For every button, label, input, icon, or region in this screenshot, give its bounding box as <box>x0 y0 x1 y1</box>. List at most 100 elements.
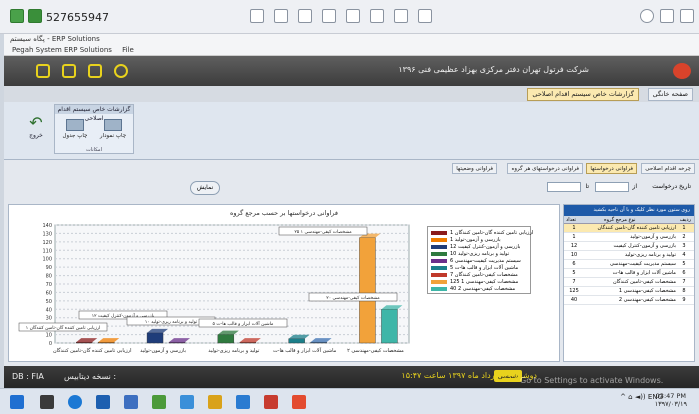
table-cell: 1 <box>682 225 686 231</box>
y-tick-label: 100 <box>42 257 52 263</box>
bar <box>359 237 376 344</box>
minimize-icon[interactable] <box>680 9 694 23</box>
y-tick-label: 50 <box>46 299 52 305</box>
y-tick-label: 30 <box>46 316 52 322</box>
col-row[interactable]: ردیف <box>680 216 691 224</box>
table-row[interactable]: 6 سیستم مدیریت کیفیت-مهندسی 5 <box>564 260 694 269</box>
monitor-icon[interactable] <box>370 9 384 23</box>
app-icon[interactable] <box>180 395 194 409</box>
ribbon: ↶ خروج گزارشات خاص سیستم اقدام اصلاحی چا… <box>4 102 699 160</box>
date-to-input[interactable] <box>547 182 581 192</box>
table-row[interactable]: 7 مشخصات کیفی-تامین کنندگان 7 <box>564 278 694 287</box>
legend-label: مشخصات کیفی-تامین کنندگان 7 <box>450 272 518 278</box>
edge-icon[interactable] <box>68 395 82 409</box>
remote-icon[interactable] <box>10 9 24 23</box>
table-cell: ماشین آلات ابزار و قالب ها-ت <box>612 270 676 276</box>
bar <box>98 341 115 344</box>
print-chart-button[interactable]: چاپ نمودار <box>97 117 129 149</box>
display-button[interactable]: نمایش <box>190 181 220 195</box>
legend-swatch <box>431 279 447 284</box>
x-tick-label: ارزیابی تامین کننده گان-تامین کنندگان <box>53 347 132 354</box>
legend-swatch <box>431 237 447 242</box>
subtab-statuses[interactable]: فراوانی وضعیتها <box>452 163 497 174</box>
exit-button[interactable]: ↶ خروج <box>24 114 48 150</box>
subtab-requests[interactable]: فراوانی درخواستها <box>586 163 637 174</box>
chat-bubble-icon[interactable] <box>298 9 312 23</box>
bar <box>146 332 164 344</box>
tray-icons[interactable]: ^ ⌂ ◄)) <box>620 393 648 401</box>
app-icon[interactable] <box>264 395 278 409</box>
app-icon[interactable] <box>152 395 166 409</box>
clock[interactable]: 03:47 PM ۱۳۹۷/۰۳/۱۹ <box>655 392 687 408</box>
subtab-cycle[interactable]: چرخه اقدام اصلاحی <box>641 163 695 174</box>
mail-icon[interactable] <box>124 395 138 409</box>
table-row[interactable]: 10 تولید و برنامه ریزی-تولید 4 <box>564 251 694 260</box>
table-cell: مشخصات کیفی-مهندسی 1 <box>618 288 676 294</box>
keyboard-icon[interactable] <box>346 9 360 23</box>
tab-reports[interactable]: گزارشات خاص سیستم اقدام اصلاحی <box>527 88 639 101</box>
window-icon[interactable] <box>250 9 264 23</box>
screen-icon[interactable] <box>274 9 288 23</box>
document-tabs: صفحه خانگی گزارشات خاص سیستم اقدام اصلاح… <box>4 86 699 102</box>
app-icon[interactable] <box>236 395 250 409</box>
erp-header: شرکت فرتول تهران دفتر مرکزی بهزاد عظیمی … <box>4 56 699 86</box>
table-body: 1 ارزیابی تامین کننده گان-تامین کنندگان 1 1… <box>564 224 694 305</box>
table-row[interactable]: 12 بازرسی و آزمون-کنترل کیفیت 3 <box>564 242 694 251</box>
windows-start-icon[interactable] <box>10 395 24 409</box>
table-cell: 12 <box>570 243 578 249</box>
table-row[interactable]: 1 بازرسی و آزمون-تولید 2 <box>564 233 694 242</box>
history-icon[interactable] <box>640 9 654 23</box>
table-row[interactable]: 125 مشخصات کیفی-مهندسی 1 8 <box>564 287 694 296</box>
legend-item: بازرسی و آزمون-کنترل کیفیت 12 <box>431 244 520 251</box>
pen-icon[interactable] <box>418 9 432 23</box>
user-info: شرکت فرتول تهران دفتر مرکزی بهزاد عظیمی … <box>398 65 589 74</box>
legend-swatch <box>431 258 447 263</box>
legend-swatch <box>431 244 447 249</box>
date-from-input[interactable] <box>595 182 629 192</box>
taskbar: ^ ⌂ ◄)) ENG 03:47 PM ۱۳۹۷/۰۳/۱۹ <box>0 388 699 414</box>
chat-icon[interactable] <box>28 9 42 23</box>
forward-icon[interactable] <box>36 64 50 78</box>
chrome-icon[interactable] <box>208 395 222 409</box>
datetime: دوشنبه ۱۹ خرداد ماه ۱۳۹۷ ساعت ۱۵:۴۷ <box>401 371 537 380</box>
table-cell: ارزیابی تامین کننده گان-تامین کنندگان <box>597 225 677 231</box>
table-row[interactable]: 40 مشخصات کیفی-مهندسی 2 9 <box>564 296 694 305</box>
y-tick-label: 120 <box>42 240 52 246</box>
legend-label: مشخصات کیفی-مهندسی 1 125 <box>450 279 519 285</box>
table-cell: 5 <box>572 270 576 276</box>
table-cell: سیستم مدیریت کیفیت-مهندسی <box>609 261 676 267</box>
table-cell: 6 <box>572 261 576 267</box>
subtab-group-requests[interactable]: فراوانی درخواستهای هر گروه <box>507 163 583 174</box>
table-row[interactable]: 5 ماشین آلات ابزار و قالب ها-ت 6 <box>564 269 694 278</box>
shield-icon[interactable] <box>394 9 408 23</box>
table-row[interactable]: 1 ارزیابی تامین کننده گان-تامین کنندگان 1 <box>564 224 694 233</box>
device-icon[interactable] <box>660 9 674 23</box>
y-tick-label: 130 <box>42 231 52 237</box>
data-label: ارزیابی تامین کننده گان-تامین کنندگان ۱ <box>26 324 101 331</box>
task-view-icon[interactable] <box>40 395 54 409</box>
table-cell: مشخصات کیفی-مهندسی 2 <box>618 297 676 303</box>
tab-home[interactable]: صفحه خانگی <box>647 88 693 101</box>
table-cell: 5 <box>682 261 686 267</box>
menu-file[interactable]: File <box>122 46 134 54</box>
app-icon[interactable] <box>292 395 306 409</box>
bar-chart: 0102030405060708090100110120130140ارزیاب… <box>18 223 410 354</box>
y-tick-label: 140 <box>42 223 52 229</box>
bell-icon[interactable] <box>114 64 128 78</box>
print-table-label: چاپ جدول <box>62 133 88 139</box>
chart-panel: فراوانی درخواستها بر حسب مرجع گروه 01020… <box>8 204 560 362</box>
col-ref[interactable]: نوع مرجع گروه <box>604 216 636 224</box>
store-icon[interactable] <box>96 395 110 409</box>
calendar-icon[interactable] <box>88 64 102 78</box>
legend-label: تولید و برنامه ریزی-تولید 10 <box>450 251 510 257</box>
menu-app[interactable]: Pegah System ERP Solutions <box>12 46 112 54</box>
print-table-button[interactable]: چاپ جدول <box>59 117 91 149</box>
bar <box>239 341 257 344</box>
legend-swatch <box>431 251 447 256</box>
col-count[interactable]: تعداد <box>566 216 576 224</box>
table-cell: 7 <box>572 279 576 285</box>
legend-item: بازرسی و آزمون-تولید 1 <box>431 237 501 244</box>
refresh-icon[interactable] <box>62 64 76 78</box>
to-label: تا <box>585 183 590 190</box>
lightning-icon[interactable] <box>322 9 336 23</box>
